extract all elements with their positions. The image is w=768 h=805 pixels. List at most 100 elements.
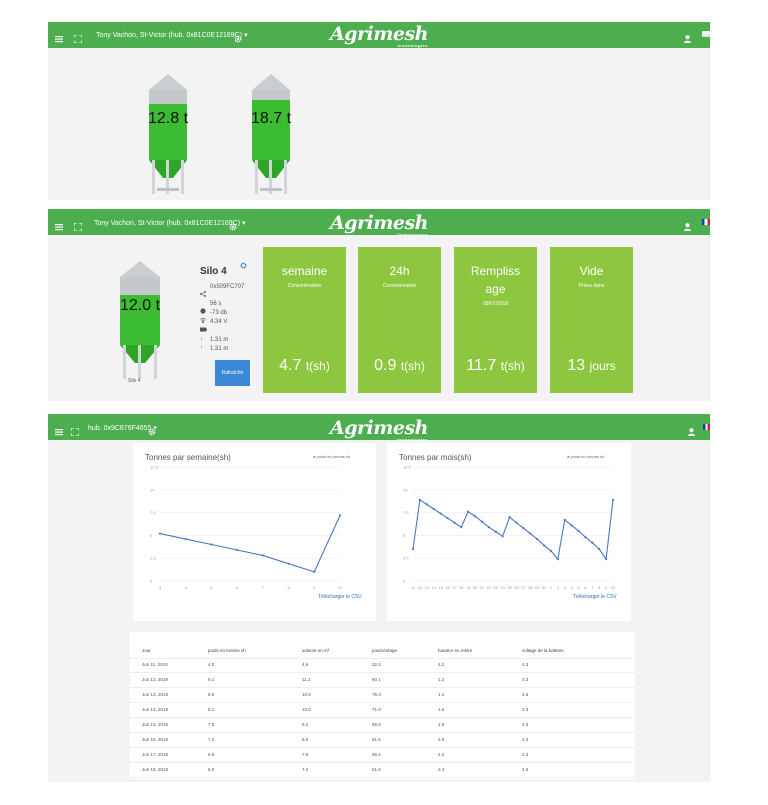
settings-cog-icon[interactable] (240, 256, 247, 274)
table-row: Jun 17, 2019 6.5 7.9 56.4 2.2 4.3 (130, 748, 635, 763)
data-point[interactable] (338, 514, 342, 517)
fullscreen-icon[interactable] (70, 423, 80, 441)
cell-percent: 80.1 (372, 677, 381, 682)
data-point[interactable] (508, 516, 511, 519)
user-hub-selector[interactable]: Tony Vachon, St-Victor (hub. 0x81C0E1216… (96, 31, 248, 39)
language-flag-icon[interactable] (702, 31, 710, 37)
gear-icon[interactable] (229, 218, 237, 236)
table-row: Jun 12, 2019 9.1 11.2 80.1 1.2 4.3 (130, 673, 635, 688)
last-update: 56 s (210, 301, 222, 307)
data-point[interactable] (611, 498, 615, 501)
data-point[interactable] (563, 518, 566, 521)
cell-percent: 75.3 (372, 692, 381, 697)
col-day: Jour (142, 648, 151, 653)
data-point[interactable] (522, 527, 525, 530)
silo-4-image[interactable]: 12.0 t (114, 259, 166, 381)
data-point[interactable] (536, 537, 539, 541)
language-flag-icon[interactable] (702, 219, 710, 225)
data-point[interactable] (236, 548, 239, 552)
x-tick-label: 11 (411, 585, 416, 590)
silo-detail-panel: Tony Vachon, St-Victor (hub. 0x81C0E1216… (48, 209, 710, 401)
download-csv-link[interactable]: Télécharger le CSV (573, 594, 617, 600)
data-point[interactable] (210, 543, 213, 546)
download-csv-link[interactable]: Télécharger le CSV (318, 594, 362, 600)
data-point[interactable] (446, 516, 449, 520)
cell-voltage: 4.3 (522, 692, 529, 697)
data-point[interactable] (542, 544, 546, 547)
data-point[interactable] (487, 526, 490, 529)
table-header: Jour poids en tonnes sh volume en m³ pou… (130, 644, 635, 659)
data-point[interactable] (556, 558, 559, 561)
user-icon[interactable] (688, 423, 695, 441)
data-point[interactable] (577, 529, 580, 532)
user-icon[interactable] (684, 218, 691, 236)
x-tick-label: 14 (431, 585, 436, 590)
silo-2[interactable]: 18.7 t (246, 72, 296, 198)
x-tick-label: 7 (262, 585, 265, 590)
data-point[interactable] (529, 532, 532, 535)
refresh-button[interactable]: Rafraîchir (215, 360, 250, 386)
language-flag-icon[interactable] (703, 424, 710, 430)
data-point[interactable] (313, 570, 316, 573)
user-hub-selector[interactable]: Tony Vachon, St-Victor (hub. 0x81C0E1216… (94, 219, 246, 227)
x-tick-label: 10 (338, 585, 343, 590)
cell-volume: 7.2 (302, 767, 309, 772)
data-point[interactable] (501, 535, 504, 538)
top-bar: Tony Vachon, St-Victor (hub. 0x81C0E1216… (48, 22, 710, 48)
data-point[interactable] (184, 537, 187, 541)
data-point[interactable] (411, 547, 415, 551)
data-point[interactable] (494, 530, 497, 533)
gear-icon[interactable] (148, 423, 156, 441)
cell-weight: 6.0 (208, 767, 215, 772)
fullscreen-icon[interactable] (73, 218, 83, 236)
data-point[interactable] (425, 503, 428, 506)
data-point[interactable] (570, 524, 573, 527)
hub-selector[interactable]: hub. 0x9C876F4655 ▾ (88, 424, 157, 432)
card-subtitle: 09/07/2019 (482, 301, 509, 307)
data-point[interactable] (515, 521, 518, 524)
data-point[interactable] (473, 515, 477, 518)
user-icon[interactable] (684, 30, 691, 48)
gear-icon[interactable] (234, 30, 242, 48)
height-max: 1.31 m (210, 346, 229, 352)
menu-icon[interactable] (55, 423, 63, 441)
cell-volume: 11.2 (302, 677, 311, 682)
cell-percent: 51.6 (372, 767, 381, 772)
x-tick-label: 2 (557, 585, 560, 590)
data-point[interactable] (261, 554, 264, 557)
data-point[interactable] (460, 526, 463, 529)
data-point[interactable] (480, 520, 484, 523)
card-value: 0.9 t(sh) (374, 357, 425, 374)
arrow-up-icon: ↑ (200, 345, 203, 351)
data-point[interactable] (467, 510, 470, 513)
cell-weight: 9.1 (208, 677, 215, 682)
menu-icon[interactable] (55, 218, 63, 236)
x-tick-label: 29 (535, 585, 540, 590)
silo-1[interactable]: 12.8 t (143, 72, 193, 198)
cell-day: Jun 13, 2019 (142, 692, 169, 697)
data-point[interactable] (432, 507, 435, 511)
top-bar: hub. 0x9C876F4655 ▾ Agrimesh technologies (48, 414, 710, 442)
data-point[interactable] (584, 536, 587, 539)
data-point[interactable] (605, 558, 608, 561)
cell-weight: 7.5 (208, 722, 215, 727)
data-point[interactable] (439, 512, 442, 515)
x-tick-label: 13 (425, 585, 430, 590)
x-tick-label: 12 (418, 585, 423, 590)
cell-voltage: 4.3 (522, 677, 529, 682)
cell-height: 1.8 (438, 722, 445, 727)
data-point[interactable] (158, 532, 162, 535)
card-subtitle: Consommation (287, 283, 322, 289)
data-point[interactable] (453, 521, 456, 524)
data-point[interactable] (549, 549, 553, 553)
brand-logo: Agrimesh technologies (330, 212, 428, 237)
fullscreen-icon[interactable] (73, 30, 83, 48)
x-tick-label: 17 (452, 585, 457, 590)
data-point[interactable] (591, 541, 594, 544)
data-point[interactable] (418, 498, 421, 501)
card-title: Rempliss age (470, 264, 521, 296)
card-subtitle: Prévu dans (578, 283, 605, 289)
data-point[interactable] (287, 562, 290, 565)
menu-icon[interactable] (55, 30, 63, 48)
data-point[interactable] (598, 547, 601, 551)
